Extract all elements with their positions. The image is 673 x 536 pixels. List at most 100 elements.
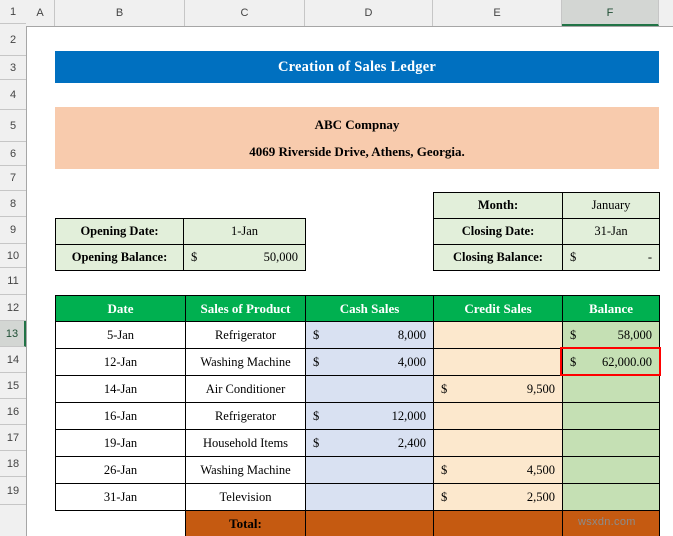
opening-date-row[interactable]: Opening Date: 1-Jan [55, 218, 306, 245]
closing-date-row[interactable]: Closing Date: 31-Jan [433, 218, 660, 245]
cell-cash-sales[interactable]: $12,000 [305, 402, 434, 430]
cash-currency-symbol: $ [313, 327, 320, 342]
cell-product[interactable]: Washing Machine [185, 348, 306, 376]
row-header-6[interactable]: 6 [0, 142, 26, 166]
column-header-d[interactable]: D [305, 0, 433, 26]
cell-credit-sales[interactable]: $4,500 [433, 456, 563, 484]
column-header-c[interactable]: C [185, 0, 305, 26]
cell-balance[interactable] [562, 456, 660, 484]
row-header-17[interactable]: 17 [0, 425, 26, 451]
col-header-date[interactable]: Date [55, 295, 186, 322]
credit-amount: 9,500 [526, 381, 555, 396]
opening-balance-row[interactable]: Opening Balance: $ 50,000 [55, 244, 306, 271]
row-header-13[interactable]: 13 [0, 321, 26, 347]
cell-credit-sales[interactable]: $9,500 [433, 375, 563, 403]
ledger-total-row[interactable]: Total: [56, 510, 660, 536]
title-text: Creation of Sales Ledger [278, 58, 436, 75]
total-cash-sales[interactable] [305, 510, 434, 536]
closing-balance-row[interactable]: Closing Balance: $ - [433, 244, 660, 271]
sales-ledger-table[interactable]: Date Sales of Product Cash Sales Credit … [55, 295, 660, 536]
col-header-sales-of-product[interactable]: Sales of Product [185, 295, 306, 322]
row-header-10[interactable]: 10 [0, 244, 26, 268]
closing-info-table[interactable]: Month: January Closing Date: 31-Jan Clos… [433, 192, 660, 271]
cash-currency-symbol: $ [313, 408, 320, 423]
row-header-1[interactable]: 1 [0, 0, 26, 24]
spreadsheet-canvas: A B C D E F 1 2 3 4 5 6 7 8 9 10 11 12 1… [0, 0, 673, 536]
closing-balance-label: Closing Balance: [433, 244, 563, 271]
opening-date-label: Opening Date: [55, 218, 184, 245]
cell-cash-sales[interactable] [305, 456, 434, 484]
cell-date[interactable]: 12-Jan [55, 348, 186, 376]
cell-cash-sales[interactable]: $8,000 [305, 321, 434, 349]
column-header-f[interactable]: F [562, 0, 659, 26]
row-header-14[interactable]: 14 [0, 347, 26, 373]
cell-product[interactable]: Air Conditioner [185, 375, 306, 403]
column-header-e[interactable]: E [433, 0, 562, 26]
cell-date[interactable]: 26-Jan [55, 456, 186, 484]
row-header-15[interactable]: 15 [0, 373, 26, 399]
cell-credit-sales[interactable] [433, 402, 563, 430]
cell-product[interactable]: Washing Machine [185, 456, 306, 484]
cell-balance[interactable] [562, 375, 660, 403]
cell-product[interactable]: Refrigerator [185, 321, 306, 349]
col-header-balance[interactable]: Balance [562, 295, 660, 322]
row-header-16[interactable]: 16 [0, 399, 26, 425]
col-header-cash-sales[interactable]: Cash Sales [305, 295, 434, 322]
row-header-2[interactable]: 2 [0, 24, 26, 56]
cash-amount: 2,400 [397, 435, 426, 450]
cell-product[interactable]: Refrigerator [185, 402, 306, 430]
cell-product[interactable]: Household Items [185, 429, 306, 457]
table-row[interactable]: 31-Jan Television $2,500 [55, 483, 660, 511]
company-name: ABC Compnay [314, 116, 400, 132]
cell-date[interactable]: 5-Jan [55, 321, 186, 349]
credit-currency-symbol: $ [441, 381, 448, 396]
company-info-block[interactable]: ABC Compnay 4069 Riverside Drive, Athens… [55, 107, 659, 169]
cell-credit-sales[interactable] [433, 348, 563, 376]
row-header-18[interactable]: 18 [0, 451, 26, 477]
cell-product[interactable]: Television [185, 483, 306, 511]
month-row[interactable]: Month: January [433, 192, 660, 219]
opening-info-table[interactable]: Opening Date: 1-Jan Opening Balance: $ 5… [55, 218, 306, 271]
opening-balance-label: Opening Balance: [55, 244, 184, 271]
cell-credit-sales[interactable]: $2,500 [433, 483, 563, 511]
cell-credit-sales[interactable] [433, 321, 563, 349]
total-credit-sales[interactable] [433, 510, 563, 536]
cell-balance[interactable] [562, 429, 660, 457]
cell-date[interactable]: 31-Jan [55, 483, 186, 511]
table-row[interactable]: 16-Jan Refrigerator $12,000 [55, 402, 660, 430]
row-header-9[interactable]: 9 [0, 217, 26, 244]
row-header-5[interactable]: 5 [0, 110, 26, 142]
cell-date[interactable]: 16-Jan [55, 402, 186, 430]
table-row[interactable]: 14-Jan Air Conditioner $9,500 [55, 375, 660, 403]
cell-cash-sales[interactable] [305, 483, 434, 511]
row-header-12[interactable]: 12 [0, 295, 26, 321]
row-header-19[interactable]: 19 [0, 477, 26, 505]
row-header-3[interactable]: 3 [0, 56, 26, 80]
cell-balance[interactable]: $58,000 [562, 321, 660, 349]
cell-balance[interactable] [562, 483, 660, 511]
cell-date[interactable]: 19-Jan [55, 429, 186, 457]
cell-cash-sales[interactable] [305, 375, 434, 403]
cell-cash-sales[interactable]: $4,000 [305, 348, 434, 376]
column-header-b[interactable]: B [55, 0, 185, 26]
credit-currency-symbol: $ [441, 489, 448, 504]
cell-balance-highlighted[interactable]: $62,000.00 [562, 348, 660, 376]
title-banner[interactable]: Creation of Sales Ledger [55, 51, 659, 83]
table-row[interactable]: 12-Jan Washing Machine $4,000 $62,000.00 [55, 348, 660, 376]
col-header-credit-sales[interactable]: Credit Sales [433, 295, 563, 322]
row-header-11[interactable]: 11 [0, 268, 26, 295]
table-row[interactable]: 26-Jan Washing Machine $4,500 [55, 456, 660, 484]
column-header-a[interactable]: A [26, 0, 55, 26]
credit-currency-symbol: $ [441, 462, 448, 477]
cell-date[interactable]: 14-Jan [55, 375, 186, 403]
row-header-4[interactable]: 4 [0, 80, 26, 110]
table-row[interactable]: 19-Jan Household Items $2,400 [55, 429, 660, 457]
cell-balance[interactable] [562, 402, 660, 430]
total-label: Total: [185, 510, 306, 536]
cell-credit-sales[interactable] [433, 429, 563, 457]
row-header-7[interactable]: 7 [0, 166, 26, 191]
opening-balance-amount: 50,000 [263, 250, 298, 264]
row-header-8[interactable]: 8 [0, 191, 26, 217]
cell-cash-sales[interactable]: $2,400 [305, 429, 434, 457]
table-row[interactable]: 5-Jan Refrigerator $8,000 $58,000 [55, 321, 660, 349]
